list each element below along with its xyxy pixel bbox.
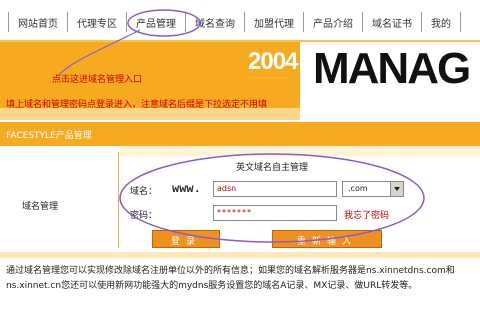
domain-label: 域名：: [130, 187, 158, 197]
login-button[interactable]: 登录: [152, 230, 220, 248]
forgot-password-link[interactable]: 我忘了密码: [344, 208, 389, 221]
chevron-down-icon[interactable]: [390, 182, 403, 196]
nav-item-home[interactable]: 网站首页: [8, 12, 68, 32]
reset-button[interactable]: 重新输入: [272, 230, 382, 248]
nav-item-product-management[interactable]: 产品管理: [127, 12, 186, 32]
banner-year: 2004: [248, 48, 298, 75]
nav-item-agent-zone[interactable]: 代理专区: [68, 12, 127, 32]
nav-item-product-intro[interactable]: 产品介绍: [304, 12, 363, 32]
section-header: FACESTYLE产品管理: [0, 122, 480, 146]
annotation-step2: 填上域名和管理密码点登录进入，注意域名后缀是下拉选定不用填: [6, 100, 268, 110]
domain-prefix: www.: [172, 182, 201, 196]
info-divider: [0, 252, 480, 258]
section-title: FACESTYLE产品管理: [6, 131, 92, 141]
password-input[interactable]: *******: [213, 205, 337, 221]
annotation-step1: 点击这进域名管理入口: [52, 75, 143, 85]
nav-item-mine[interactable]: 我的: [422, 12, 461, 32]
nav-bar: 网站首页 代理专区 产品管理 域名查询 加盟代理 产品介绍 域名证书 我的: [8, 12, 461, 32]
side-label-domain-management: 域名管理: [22, 202, 59, 212]
domain-suffix-select[interactable]: .com: [342, 181, 404, 197]
nav-item-domain-certificate[interactable]: 域名证书: [363, 12, 422, 32]
banner-logo-word: MANAG: [313, 44, 471, 93]
nav-item-join-agent[interactable]: 加盟代理: [245, 12, 304, 32]
section-subbar: [120, 146, 480, 156]
info-text: 通过域名管理您可以实现修改除域名注册单位以外的所有信息；如果您的域名解析服务器是…: [6, 266, 455, 291]
side-divider: [118, 152, 119, 248]
password-label: 密码：: [130, 211, 158, 221]
banner-subtitle: ...............: [250, 74, 289, 80]
form-title: 英文域名自主管理: [236, 163, 309, 173]
domain-input[interactable]: adsn: [213, 181, 337, 197]
domain-suffix-value: .com: [348, 184, 368, 193]
nav-item-domain-query[interactable]: 域名查询: [186, 12, 245, 32]
top-nav: 网站首页 代理专区 产品管理 域名查询 加盟代理 产品介绍 域名证书 我的: [0, 0, 480, 42]
